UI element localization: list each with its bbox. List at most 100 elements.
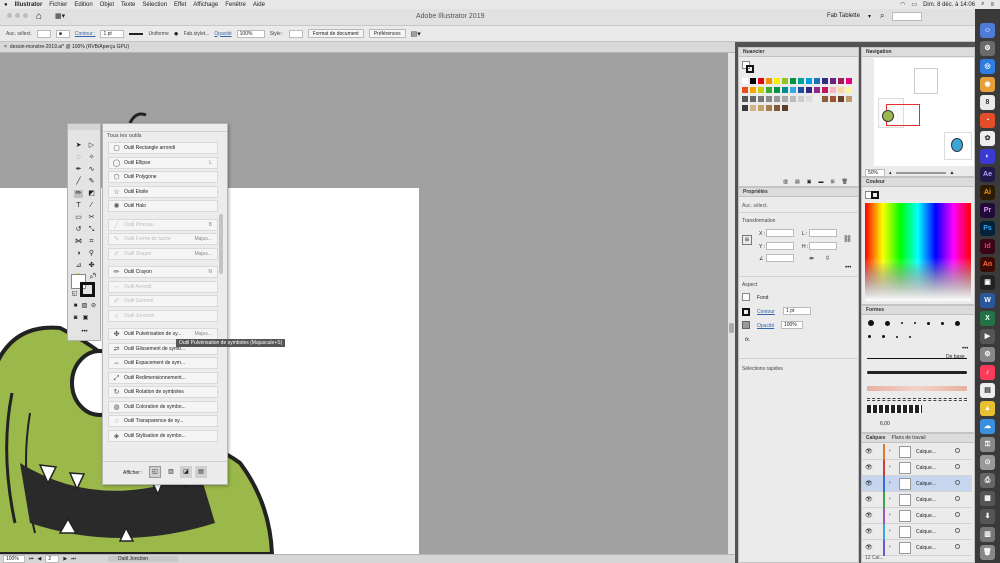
color-swatch[interactable]: [742, 96, 748, 102]
color-stroke-indicator[interactable]: [871, 191, 879, 199]
layer-name[interactable]: Calque...: [916, 513, 936, 519]
swatch-grid[interactable]: [742, 78, 857, 118]
layer-name[interactable]: Calque...: [916, 529, 936, 535]
illustrator-icon[interactable]: Ai: [980, 185, 995, 200]
layer-row[interactable]: 👁 › Calque...: [862, 444, 972, 460]
x-field[interactable]: [766, 229, 794, 237]
layer-target-icon[interactable]: [955, 544, 960, 549]
animate-icon[interactable]: An: [980, 257, 995, 272]
eye-icon[interactable]: 👁: [865, 544, 873, 551]
screen-mode-icon[interactable]: ▣: [81, 314, 90, 322]
magic-wand-tool-icon[interactable]: ✧: [87, 154, 96, 162]
battery-icon[interactable]: ▭: [911, 1, 917, 8]
stroke-weight-field[interactable]: 1 pt: [100, 29, 125, 38]
menu-app-name[interactable]: Illustrator: [15, 2, 43, 8]
safari-icon[interactable]: ◎: [980, 59, 995, 74]
color-swatch[interactable]: [814, 87, 820, 93]
first-artboard-icon[interactable]: ⏮: [29, 556, 34, 562]
artboard-number-field[interactable]: 2: [45, 555, 60, 563]
finder-icon[interactable]: ☺: [980, 23, 995, 38]
screenshot-icon[interactable]: ⊙: [980, 455, 995, 470]
symbol-sprayer-tool-icon[interactable]: ✤: [87, 262, 96, 270]
none-mode-icon[interactable]: ⊘: [89, 302, 98, 310]
style-swatch[interactable]: [288, 29, 303, 38]
search-icon[interactable]: ⌕: [981, 1, 984, 8]
tool-item-rounded-rect[interactable]: ▢ Outil Rectangle arrondi: [108, 142, 218, 154]
shaper-tool-icon[interactable]: ✎: [87, 178, 96, 186]
home-icon[interactable]: ⌂: [36, 11, 42, 22]
tool-item-join[interactable]: ⋎ Outil Jonction: [108, 309, 218, 322]
color-swatch[interactable]: [830, 87, 836, 93]
scale-tool-icon[interactable]: ⤡: [87, 226, 96, 234]
apple-icon[interactable]: ●: [4, 2, 8, 8]
navigator-preview[interactable]: [874, 58, 974, 166]
status-current-tool[interactable]: Outil Jonction: [107, 556, 178, 562]
stroke-weight-field[interactable]: 1 pt: [783, 307, 811, 315]
chevron-right-icon[interactable]: ›: [889, 480, 891, 486]
show-swatches-icon[interactable]: ◱: [149, 466, 161, 478]
stroke-profile-preview[interactable]: [129, 32, 144, 35]
swap-colors-icon[interactable]: ↰: [90, 272, 99, 280]
swatch-options-icon[interactable]: ▣: [807, 179, 812, 187]
y-field[interactable]: [766, 242, 794, 250]
selection-tool-icon[interactable]: ➤: [74, 142, 83, 150]
stroke-swatch[interactable]: [742, 308, 750, 316]
color-panel-title[interactable]: Couleur: [862, 178, 974, 187]
pen-tool-icon[interactable]: ✒: [74, 166, 83, 174]
scissors-tool-icon[interactable]: ✂: [87, 214, 96, 222]
color-swatch[interactable]: [846, 78, 852, 84]
layer-name[interactable]: Calque...: [916, 449, 936, 455]
color-swatch[interactable]: [846, 96, 852, 102]
more-options-icon[interactable]: •••: [962, 346, 968, 352]
workspace-switcher[interactable]: Fab Tablette: [827, 13, 860, 19]
flip-horizontal-icon[interactable]: ⇹: [809, 255, 814, 262]
search-field[interactable]: [892, 12, 922, 21]
color-swatch[interactable]: [830, 78, 836, 84]
canvas-vertical-scrollbar[interactable]: [728, 53, 735, 554]
color-swatch[interactable]: [790, 87, 796, 93]
layer-target-icon[interactable]: [955, 496, 960, 501]
tool-item-smooth[interactable]: ∽ Outil Arrondi: [108, 280, 218, 293]
close-window-button[interactable]: [7, 13, 12, 18]
color-swatch[interactable]: [758, 78, 764, 84]
rotate-tool-icon[interactable]: ↺: [74, 226, 83, 234]
edit-toolbar-icon[interactable]: •••: [80, 328, 89, 336]
show-none-icon[interactable]: ◪: [180, 466, 192, 478]
chevron-right-icon[interactable]: ›: [889, 512, 891, 518]
screen-app-icon[interactable]: ◐: [980, 149, 995, 164]
gradient-mode-icon[interactable]: ▨: [80, 302, 89, 310]
stroke-profile[interactable]: Uniforme: [148, 31, 168, 37]
tab-layers[interactable]: Calques: [866, 434, 885, 442]
color-swatch[interactable]: [814, 96, 820, 102]
menu-selection[interactable]: Sélection: [142, 2, 167, 8]
color-swatch[interactable]: [806, 87, 812, 93]
free-transform-tool-icon[interactable]: ⌗: [87, 238, 96, 246]
indesign-icon[interactable]: Id: [980, 239, 995, 254]
stroke-color-swatch[interactable]: [80, 282, 95, 297]
menu-list-icon[interactable]: ≡: [990, 2, 994, 8]
menu-fenetre[interactable]: Fenêtre: [225, 2, 246, 8]
menu-aide[interactable]: Aide: [253, 2, 265, 8]
document-tab[interactable]: × dessin-monstre-2019.ai* @ 100% (RVB/Ap…: [0, 42, 735, 53]
search-icon[interactable]: ⌕: [880, 11, 884, 21]
firefox-icon[interactable]: ◔: [980, 113, 995, 128]
color-swatch[interactable]: [750, 87, 756, 93]
eye-icon[interactable]: 👁: [865, 528, 873, 535]
utility-icon[interactable]: ⎙: [980, 473, 995, 488]
tool-item-symbol-scruncher[interactable]: ⇔ Outil Espacement de sym...: [108, 357, 218, 369]
menu-affichage[interactable]: Affichage: [193, 2, 218, 8]
swatches-panel-title[interactable]: Nuancier: [739, 48, 858, 57]
zoom-out-icon[interactable]: ▴: [889, 170, 892, 176]
color-swatch[interactable]: [790, 96, 796, 102]
tool-item-polygon[interactable]: ⬡ Outil Polygone: [108, 171, 218, 183]
default-colors-icon[interactable]: ◱: [70, 290, 79, 298]
zoom-slider[interactable]: [895, 172, 946, 174]
color-swatch[interactable]: [758, 87, 764, 93]
layer-target-icon[interactable]: [955, 528, 960, 533]
eraser-tool-icon[interactable]: ◩: [87, 190, 96, 198]
close-tab-icon[interactable]: ×: [4, 44, 7, 50]
color-swatch[interactable]: [798, 78, 804, 84]
layer-name[interactable]: Calque...: [916, 465, 936, 471]
eye-icon[interactable]: 👁: [865, 512, 873, 519]
reference-point-icon[interactable]: ⊞: [742, 235, 752, 245]
